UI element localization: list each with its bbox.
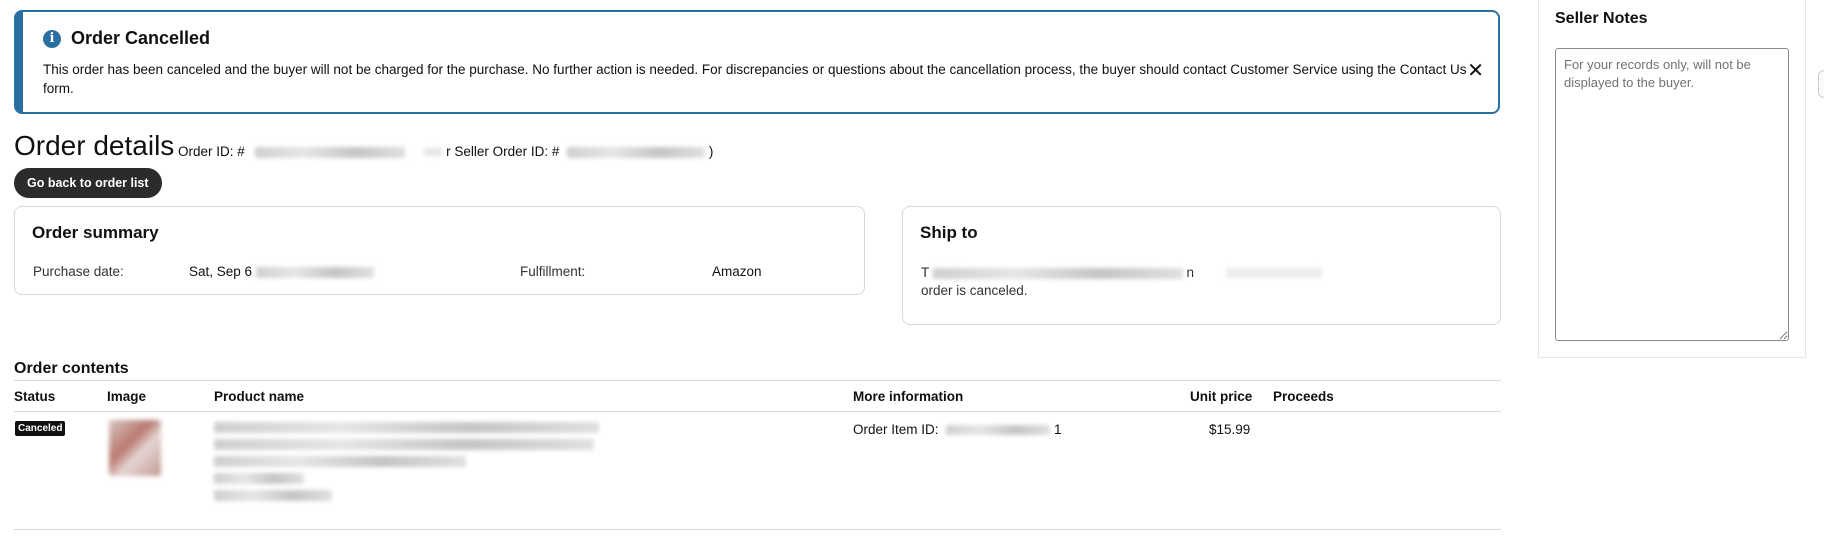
seller-order-id-label: r Seller Order ID: # (446, 144, 560, 159)
column-image: Image (107, 389, 147, 404)
order-item-suffix: 1 (1054, 422, 1062, 437)
redacted-product-line (214, 490, 332, 501)
order-item-label: Order Item ID: (853, 422, 939, 437)
product-name[interactable] (214, 422, 614, 507)
redacted-seller-order-id (567, 146, 706, 158)
column-more-information: More information (853, 389, 964, 404)
redacted-product-line (214, 439, 594, 450)
order-ids: Order ID: # r Seller Order ID: # ) (178, 144, 713, 159)
ship-to-line-1-suffix: n (1186, 265, 1195, 280)
back-to-order-list-button[interactable]: Go back to order list (14, 168, 162, 198)
ship-to-title: Ship to (920, 223, 978, 242)
redacted-order-item-id (946, 425, 1051, 436)
order-summary-title: Order summary (32, 223, 159, 242)
order-cancelled-alert: i Order Cancelled This order has been ca… (14, 10, 1500, 114)
seller-notes-panel: Seller Notes (1538, 0, 1806, 358)
redacted-product-line (214, 422, 599, 433)
fulfillment-label: Fulfillment: (520, 264, 586, 279)
redacted-purchase-time (255, 266, 374, 278)
redacted-product-line (214, 456, 466, 467)
purchase-date-value: Sat, Sep 6 (189, 264, 374, 279)
seller-notes-textarea[interactable] (1555, 48, 1789, 341)
page-title: Order details (14, 130, 175, 161)
order-id-label: Order ID: # (178, 144, 245, 159)
alert-title-row: i Order Cancelled (43, 28, 210, 49)
order-summary-card: Order summary Purchase date: Sat, Sep 6 … (14, 206, 865, 295)
info-icon: i (43, 29, 61, 48)
unit-price: $15.99 (1209, 422, 1251, 437)
table-header: Status Image Product name More informati… (14, 380, 1501, 412)
seller-notes-title: Seller Notes (1555, 10, 1648, 27)
seller-order-id-close: ) (708, 144, 714, 159)
column-proceeds: Proceeds (1273, 389, 1334, 404)
column-status: Status (14, 389, 56, 404)
ship-to-line-1-prefix: T (921, 265, 930, 280)
redacted-separator (424, 148, 443, 157)
redacted-order-id (254, 146, 405, 158)
purchase-date-label: Purchase date: (33, 264, 124, 279)
order-item-info: Order Item ID: 1 (853, 422, 1062, 437)
fulfillment-value: Amazon (712, 264, 762, 279)
alert-title: Order Cancelled (71, 28, 211, 48)
ship-to-line-2: order is canceled. (921, 283, 1028, 298)
product-image[interactable] (109, 420, 161, 476)
side-scroll-handle[interactable] (1818, 70, 1824, 98)
ship-to-card: Ship to T n order is canceled. (902, 206, 1501, 325)
redacted-ship-to-text (932, 267, 1183, 279)
table-row: Canceled Order Item ID: 1 $15.99 (14, 412, 1501, 530)
status-badge: Canceled (15, 421, 66, 436)
ship-to-line-1: T n (921, 265, 1322, 280)
column-product-name: Product name (214, 389, 305, 404)
column-unit-price: Unit price (1190, 389, 1253, 404)
alert-message: This order has been canceled and the buy… (43, 62, 1467, 96)
order-contents-title: Order contents (14, 360, 129, 377)
close-icon[interactable]: ✕ (1467, 58, 1484, 82)
purchase-date-text: Sat, Sep 6 (189, 264, 253, 279)
redacted-ship-to-extra (1225, 268, 1322, 279)
redacted-product-line (214, 473, 304, 484)
